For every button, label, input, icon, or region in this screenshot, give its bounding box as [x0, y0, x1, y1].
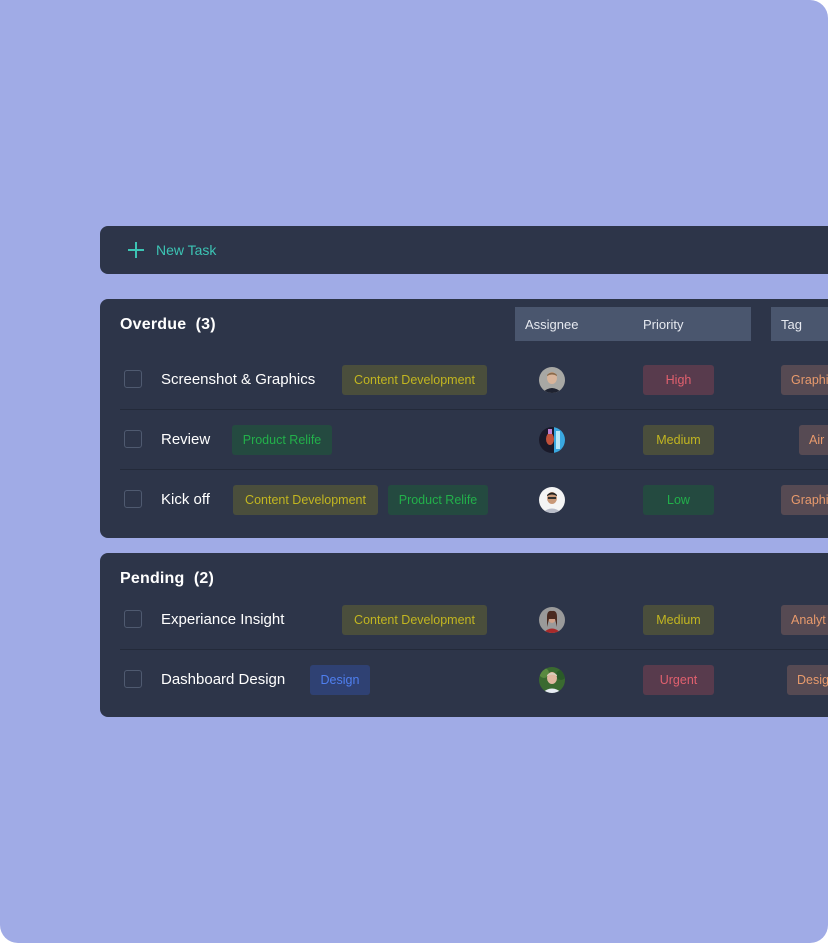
column-assignee[interactable]: Assignee — [525, 317, 578, 332]
group-pending: Pending (2) Experiance Insight Content D… — [100, 553, 828, 717]
label-chip[interactable]: Content Development — [233, 485, 378, 515]
task-row[interactable]: Kick off Content Development Product Rel… — [120, 470, 828, 530]
task-name[interactable]: Kick off — [161, 470, 210, 530]
task-row[interactable]: Review Product Relife Medium Air — [120, 410, 828, 470]
label-chip[interactable]: Content Development — [342, 605, 487, 635]
avatar-icon[interactable] — [539, 667, 565, 693]
priority-badge[interactable]: Urgent — [643, 665, 714, 695]
group-count: (2) — [193, 570, 214, 587]
task-checkbox[interactable] — [124, 610, 142, 628]
tag-chip[interactable]: Analyt — [781, 605, 828, 635]
task-checkbox[interactable] — [124, 670, 142, 688]
priority-badge[interactable]: High — [643, 365, 714, 395]
label-chip[interactable]: Content Development — [342, 365, 487, 395]
task-row[interactable]: Screenshot & Graphics Content Developmen… — [120, 350, 828, 410]
avatar-icon[interactable] — [539, 607, 565, 633]
task-name[interactable]: Review — [161, 410, 210, 470]
column-priority[interactable]: Priority — [643, 317, 683, 332]
group-overdue: Overdue (3) Assignee Priority Tag Screen… — [100, 299, 828, 538]
task-row[interactable]: Dashboard Design Design Urgent Desig — [120, 650, 828, 710]
task-checkbox[interactable] — [124, 430, 142, 448]
tag-chip[interactable]: Graphi — [781, 485, 828, 515]
task-checkbox[interactable] — [124, 370, 142, 388]
task-name[interactable]: Screenshot & Graphics — [161, 350, 315, 410]
task-name[interactable]: Dashboard Design — [161, 650, 285, 710]
column-header-tag: Tag — [771, 307, 828, 341]
priority-badge[interactable]: Medium — [643, 605, 714, 635]
avatar-icon[interactable] — [539, 427, 565, 453]
new-task-label: New Task — [156, 242, 217, 258]
column-tag[interactable]: Tag — [781, 317, 802, 332]
label-chip[interactable]: Product Relife — [388, 485, 488, 515]
tag-chip[interactable]: Air — [799, 425, 828, 455]
label-chip[interactable]: Product Relife — [232, 425, 332, 455]
column-header-assignee-priority: Assignee Priority — [515, 307, 751, 341]
label-chip[interactable]: Design — [310, 665, 370, 695]
avatar-icon[interactable] — [539, 367, 565, 393]
group-title: Pending (2) — [120, 570, 214, 588]
group-count: (3) — [195, 316, 216, 333]
group-name: Pending — [120, 570, 185, 587]
app-canvas: New Task Overdue (3) Assignee Priority T… — [0, 0, 828, 943]
tag-chip[interactable]: Desig — [787, 665, 828, 695]
task-checkbox[interactable] — [124, 490, 142, 508]
task-row[interactable]: Experiance Insight Content Development M… — [120, 590, 828, 650]
priority-badge[interactable]: Medium — [643, 425, 714, 455]
avatar-icon[interactable] — [539, 487, 565, 513]
task-toolbar: New Task — [100, 226, 828, 274]
tag-chip[interactable]: Graphi — [781, 365, 828, 395]
new-task-button[interactable]: New Task — [128, 226, 216, 274]
group-name: Overdue — [120, 316, 187, 333]
priority-badge[interactable]: Low — [643, 485, 714, 515]
group-title: Overdue (3) — [120, 316, 216, 334]
task-name[interactable]: Experiance Insight — [161, 590, 284, 650]
plus-icon — [128, 242, 144, 258]
